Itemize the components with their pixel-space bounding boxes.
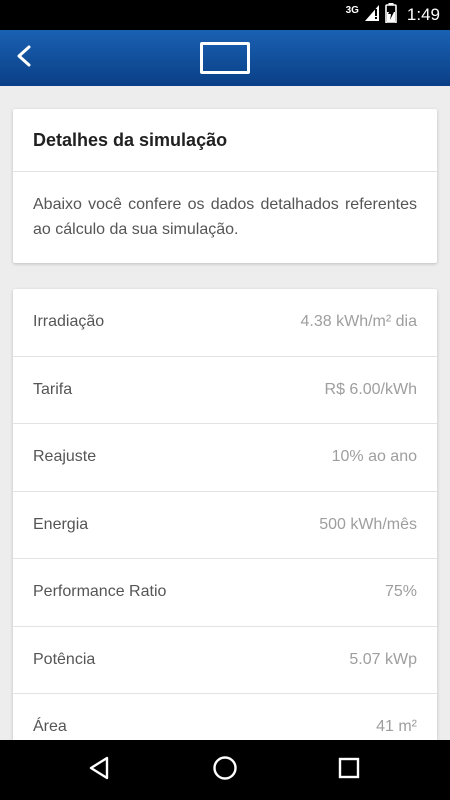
detail-row-reajuste: Reajuste 10% ao ano xyxy=(13,424,437,492)
card-description: Abaixo você confere os dados detalhados … xyxy=(33,196,417,238)
navigation-bar xyxy=(0,740,450,800)
network-type: 3G xyxy=(345,4,359,16)
square-recents-icon xyxy=(338,757,360,784)
detail-row-performance-ratio: Performance Ratio 75% xyxy=(13,559,437,627)
detail-row-irradiacao: Irradiação 4.38 kWh/m² dia xyxy=(13,289,437,357)
detail-label: Área xyxy=(33,718,67,736)
nav-recents-button[interactable] xyxy=(324,750,374,790)
detail-label: Tarifa xyxy=(33,380,73,398)
app-bar xyxy=(0,30,450,86)
nav-home-button[interactable] xyxy=(200,750,250,790)
clock: 1:49 xyxy=(406,5,440,24)
detail-label: Potência xyxy=(33,650,96,668)
intro-card: Detalhes da simulação Abaixo você confer… xyxy=(13,109,437,263)
signal-icon xyxy=(364,4,379,26)
detail-value: 500 kWh/mês xyxy=(319,515,417,533)
triangle-back-icon xyxy=(88,756,110,785)
detail-row-tarifa: Tarifa R$ 6.00/kWh xyxy=(13,357,437,424)
details-card: Irradiação 4.38 kWh/m² dia Tarifa R$ 6.0… xyxy=(13,289,437,740)
card-title: Detalhes da simulação xyxy=(13,109,437,172)
detail-row-area: Área 41 m² xyxy=(13,694,437,740)
detail-value: 5.07 kWp xyxy=(349,650,417,668)
detail-row-energia: Energia 500 kWh/mês xyxy=(13,492,437,559)
detail-value: 4.38 kWh/m² dia xyxy=(300,313,417,331)
detail-value: 41 m² xyxy=(376,718,417,736)
nav-back-button[interactable] xyxy=(74,750,124,790)
detail-label: Irradiação xyxy=(33,313,105,331)
detail-label: Performance Ratio xyxy=(33,583,167,601)
main-content: Detalhes da simulação Abaixo você confer… xyxy=(0,86,450,740)
detail-value: R$ 6.00/kWh xyxy=(324,380,417,398)
detail-row-potencia: Potência 5.07 kWp xyxy=(13,627,437,694)
circle-home-icon xyxy=(212,755,238,786)
detail-value: 75% xyxy=(384,583,417,601)
detail-label: Energia xyxy=(33,515,89,533)
detail-value: 10% ao ano xyxy=(331,448,417,466)
back-button[interactable] xyxy=(4,38,44,78)
status-bar: 3G 1:49 xyxy=(0,0,450,30)
detail-label: Reajuste xyxy=(33,448,97,466)
battery-icon xyxy=(385,2,397,28)
back-arrow-icon xyxy=(14,44,34,73)
weg-logo xyxy=(200,42,250,74)
